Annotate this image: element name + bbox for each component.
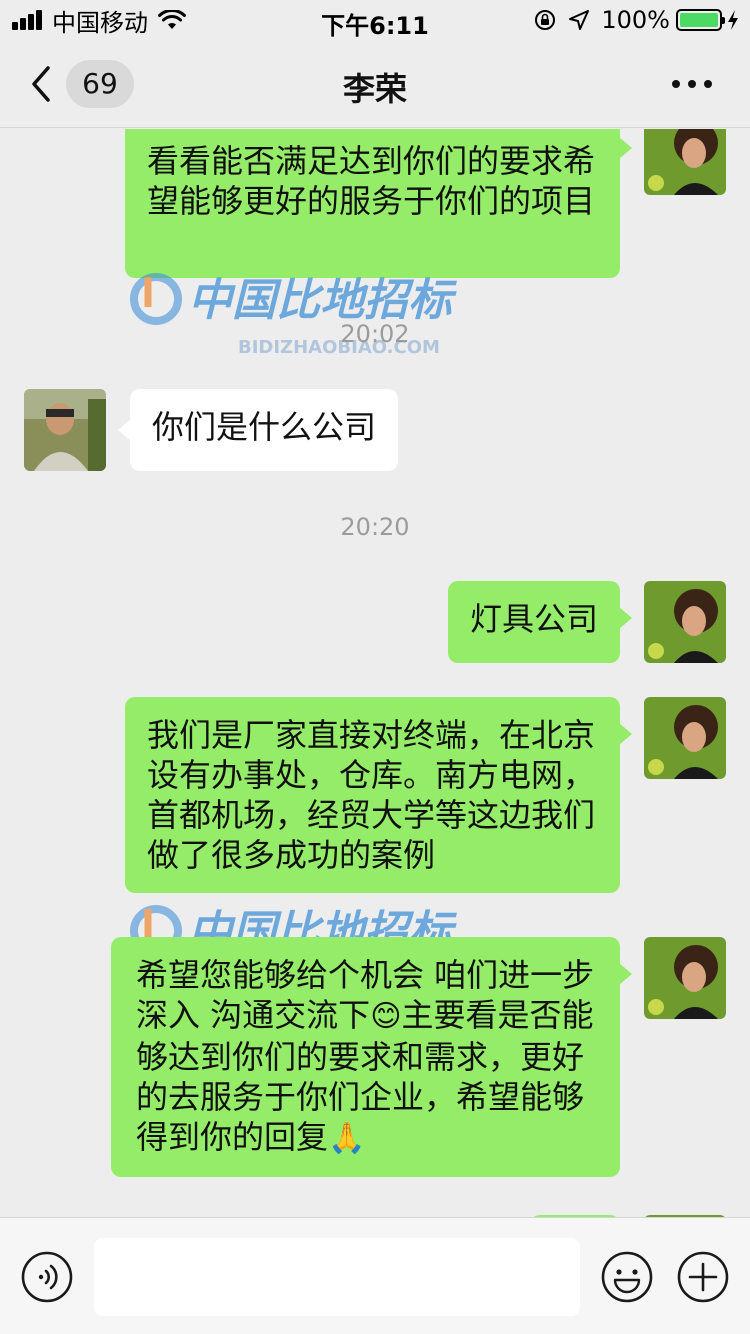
message-bubble-incoming[interactable]: 你们是什么公司 xyxy=(117,389,399,471)
watermark-text-cn: 中国比地招标 xyxy=(188,275,457,326)
message-input[interactable] xyxy=(94,1238,580,1316)
input-bar xyxy=(0,1217,750,1334)
nav-bar: 69 李荣 xyxy=(0,40,750,128)
message-list[interactable]: 看看能否满足达到你们的要求希望能够更好的服务于你们的项目 中国比地招标 BIDI… xyxy=(0,129,750,1217)
charging-icon xyxy=(728,10,738,30)
timestamp: 20:20 xyxy=(340,513,410,541)
contact-avatar[interactable] xyxy=(24,389,106,471)
message-text: 灯具公司 xyxy=(469,600,598,638)
battery-percent: 100% xyxy=(601,6,670,34)
my-avatar[interactable] xyxy=(644,697,726,779)
more-dot xyxy=(688,80,696,88)
my-avatar[interactable] xyxy=(644,581,726,663)
message-text: 我们是厂家直接对终端，在北京设有办事处，仓库。南方电网，首都机场，经贸大学等这边… xyxy=(147,716,596,874)
message-bubble-outgoing[interactable]: 看看能否满足达到你们的要求希望能够更好的服务于你们的项目 xyxy=(125,129,632,278)
message-bubble-outgoing[interactable]: 希望您能够给个机会 咱们进一步深入 沟通交流下😊主要看是否能够达到你们的要求和需… xyxy=(111,937,632,1177)
pray-emoji-icon: 🙏 xyxy=(328,1121,366,1156)
message-bubble-outgoing[interactable]: 我们是厂家直接对终端，在北京设有办事处，仓库。南方电网，首都机场，经贸大学等这边… xyxy=(125,697,632,893)
message-text: 你们是什么公司 xyxy=(152,408,377,446)
message-bubble-outgoing[interactable]: 灯具公司 xyxy=(447,581,633,663)
rotation-lock-icon xyxy=(535,10,556,30)
more-dot xyxy=(704,80,712,88)
status-right: 100% xyxy=(533,6,740,34)
status-bar: 中国移动 下午6:11 100% xyxy=(0,0,750,40)
watermark-logo: 中国比地招标 BIDIZHAOBIAO.COM xyxy=(130,273,457,358)
location-icon xyxy=(569,10,590,30)
message-text: 看看能否满足达到你们的要求希望能够更好的服务于你们的项目 xyxy=(147,142,596,220)
more-options-button[interactable] xyxy=(672,76,712,92)
timestamp: 20:02 xyxy=(340,320,410,348)
my-avatar[interactable] xyxy=(644,129,726,195)
emoji-icon[interactable] xyxy=(600,1250,654,1304)
chat-title: 李荣 xyxy=(342,70,407,108)
more-dot xyxy=(672,80,680,88)
voice-icon[interactable] xyxy=(20,1250,74,1304)
my-avatar[interactable] xyxy=(644,937,726,1019)
smile-emoji-icon: 😊 xyxy=(370,999,402,1034)
battery-icon xyxy=(676,9,725,31)
plus-icon[interactable] xyxy=(676,1250,730,1304)
